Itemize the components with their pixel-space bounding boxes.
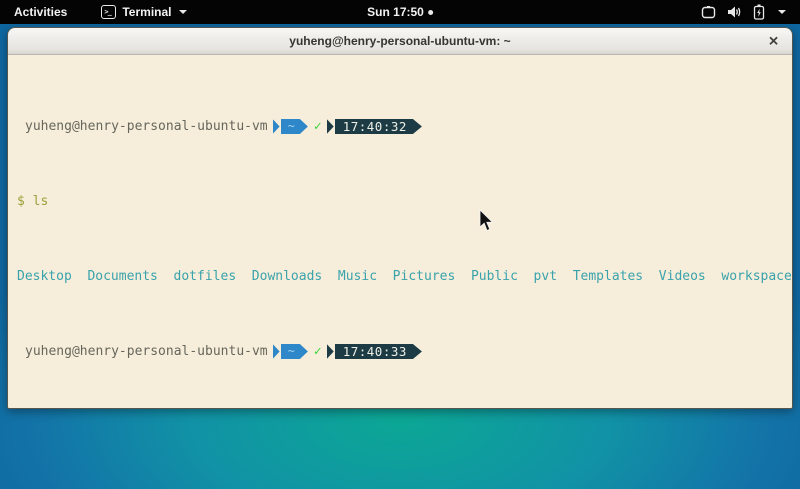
command-text: ls [33, 194, 49, 209]
window-titlebar[interactable]: yuheng@henry-personal-ubuntu-vm: ~ ✕ [8, 28, 792, 55]
terminal-icon: >_ [101, 5, 116, 19]
close-button[interactable]: ✕ [768, 35, 779, 48]
prompt-line: yuheng@henry-personal-ubuntu-vm ~ ✓ 17:4… [17, 344, 790, 359]
ls-output-line: Desktop Documents dotfiles Downloads Mus… [17, 269, 790, 284]
time-badge: 17:40:33 [335, 344, 422, 359]
window-title: yuheng@henry-personal-ubuntu-vm: ~ [289, 34, 510, 48]
cwd-badge: ~ [281, 119, 308, 134]
cwd-badge: ~ [281, 344, 308, 359]
prompt-user-host: yuheng@henry-personal-ubuntu-vm [25, 344, 268, 359]
chevron-down-icon [179, 10, 187, 14]
app-menu-button[interactable]: >_ Terminal [101, 5, 187, 19]
directory-list: Desktop Documents dotfiles Downloads Mus… [17, 269, 792, 284]
powerline-arrow-icon [327, 344, 334, 359]
system-status-menu[interactable] [697, 2, 790, 22]
powerline-arrow-icon [327, 119, 334, 134]
desktop: { "topbar": { "activities_label": "Activ… [0, 0, 800, 489]
notification-dot-icon [428, 10, 433, 15]
app-menu-label: Terminal [122, 5, 171, 19]
screen-icon [701, 5, 716, 19]
prompt-sign: $ [17, 194, 25, 209]
clock-button[interactable]: Sun 17:50 [361, 3, 439, 21]
powerline-segment: ~ ✓ 17:40:32 [273, 119, 422, 134]
terminal-window: yuheng@henry-personal-ubuntu-vm: ~ ✕ yuh… [7, 27, 793, 409]
prompt-line: yuheng@henry-personal-ubuntu-vm ~ ✓ 17:4… [17, 119, 790, 134]
check-icon: ✓ [314, 119, 322, 134]
powerline-arrow-icon [273, 344, 280, 359]
clock-label: Sun 17:50 [367, 5, 424, 19]
time-badge: 17:40:32 [335, 119, 422, 134]
terminal-content[interactable]: yuheng@henry-personal-ubuntu-vm ~ ✓ 17:4… [8, 55, 792, 409]
powerline-segment: ~ ✓ 17:40:33 [273, 344, 422, 359]
powerline-arrow-icon [273, 119, 280, 134]
prompt-user-host: yuheng@henry-personal-ubuntu-vm [25, 119, 268, 134]
battery-charging-icon [753, 4, 765, 20]
chevron-down-icon [778, 10, 786, 14]
top-bar: Activities >_ Terminal Sun 17:50 [0, 0, 800, 24]
volume-icon [727, 5, 742, 19]
check-icon: ✓ [314, 344, 322, 359]
activities-button[interactable]: Activities [10, 3, 71, 21]
command-line: $ ls [17, 194, 790, 209]
